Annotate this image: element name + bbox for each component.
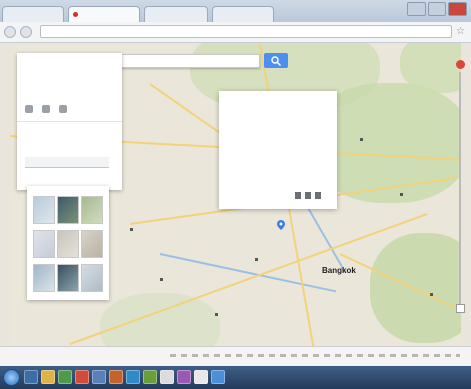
info-row-key <box>227 115 259 122</box>
place-panel <box>17 53 122 190</box>
taskbar-app-icon[interactable] <box>126 370 140 384</box>
map-type-thumbnail[interactable] <box>57 196 79 224</box>
info-row-value <box>267 162 293 169</box>
divider <box>17 121 122 122</box>
pegman-icon[interactable] <box>456 60 465 69</box>
map-type-thumbnail[interactable] <box>33 230 55 258</box>
info-row-value <box>267 115 293 122</box>
zoom-control <box>456 60 465 320</box>
browser-tab[interactable] <box>144 6 208 22</box>
info-row-value <box>267 151 293 158</box>
place-marker <box>360 138 363 141</box>
search-button[interactable] <box>264 53 288 68</box>
info-popup <box>219 91 337 209</box>
map-type-thumbnail[interactable] <box>33 264 55 292</box>
info-row-key <box>227 162 259 169</box>
info-popup-footer <box>227 192 331 202</box>
info-row-key <box>227 126 259 133</box>
taskbar-app-icon[interactable] <box>160 370 174 384</box>
info-row <box>227 162 331 170</box>
info-row-key <box>227 151 259 158</box>
panel-actions <box>25 105 67 113</box>
star-icon[interactable]: ☆ <box>456 26 465 37</box>
share-icon[interactable] <box>305 192 311 199</box>
map-type-thumbnail[interactable] <box>33 196 55 224</box>
info-row-value <box>267 182 293 189</box>
back-icon[interactable] <box>4 26 16 38</box>
taskbar-app-icon[interactable] <box>92 370 106 384</box>
maps-favicon-icon <box>73 12 78 17</box>
info-row <box>227 126 331 134</box>
info-row-value <box>267 139 293 146</box>
forward-icon[interactable] <box>20 26 32 38</box>
location-pin-icon[interactable] <box>277 220 285 230</box>
maximize-button[interactable] <box>427 2 447 16</box>
browser-toolbar: ☆ <box>0 22 471 43</box>
map-type-thumbnail[interactable] <box>81 196 103 224</box>
river <box>159 253 337 293</box>
taskbar-app-icon[interactable] <box>75 370 89 384</box>
info-row-value <box>267 173 293 180</box>
place-marker <box>215 313 218 316</box>
panel-field[interactable] <box>25 157 109 168</box>
status-bar <box>0 346 471 367</box>
browser-tab-active[interactable] <box>68 6 140 22</box>
taskbar-app-icon[interactable] <box>24 370 38 384</box>
share-icon[interactable] <box>42 105 50 113</box>
taskbar-app-icon[interactable] <box>41 370 55 384</box>
search-input[interactable] <box>112 54 260 68</box>
info-row <box>227 173 331 181</box>
map-type-thumbnail[interactable] <box>81 230 103 258</box>
print-icon[interactable] <box>59 105 67 113</box>
info-row-key <box>227 139 259 146</box>
browser-tab[interactable] <box>212 6 274 22</box>
taskbar <box>0 366 471 389</box>
search-icon <box>271 56 281 66</box>
info-row-key <box>227 173 259 180</box>
taskbar-app-icon[interactable] <box>58 370 72 384</box>
close-button[interactable] <box>448 2 468 16</box>
info-row <box>227 115 331 123</box>
info-row <box>227 139 331 147</box>
panel-title <box>25 65 115 74</box>
taskbar-app-icon[interactable] <box>143 370 157 384</box>
browser-tab-strip <box>0 0 471 22</box>
place-marker <box>255 258 258 261</box>
minimize-button[interactable] <box>407 2 426 16</box>
address-bar[interactable] <box>40 25 452 38</box>
map-footer-strip <box>170 354 460 357</box>
info-footer-actions <box>295 192 321 199</box>
place-marker <box>160 278 163 281</box>
taskbar-app-icon[interactable] <box>109 370 123 384</box>
directions-icon[interactable] <box>315 192 321 199</box>
map-type-thumbnail[interactable] <box>81 264 103 292</box>
info-row-value <box>267 126 293 133</box>
zoom-slider[interactable] <box>459 72 461 308</box>
info-row <box>227 182 331 190</box>
info-row <box>227 151 331 159</box>
place-marker <box>400 193 403 196</box>
window-controls <box>407 2 468 16</box>
info-row-key <box>227 182 259 189</box>
taskbar-app-icon[interactable] <box>194 370 208 384</box>
map-city-label: Bangkok <box>322 266 356 275</box>
taskbar-app-icon[interactable] <box>177 370 191 384</box>
map-type-thumbnail[interactable] <box>57 264 79 292</box>
print-icon[interactable] <box>295 192 301 199</box>
zoom-slider-handle[interactable] <box>456 304 465 313</box>
map-type-thumbnail[interactable] <box>57 230 79 258</box>
start-button[interactable] <box>3 369 20 386</box>
place-marker <box>130 228 133 231</box>
map-type-picker <box>27 186 109 300</box>
place-marker <box>430 293 433 296</box>
directions-icon[interactable] <box>25 105 33 113</box>
taskbar-app-icon[interactable] <box>211 370 225 384</box>
browser-tab[interactable] <box>2 6 64 22</box>
